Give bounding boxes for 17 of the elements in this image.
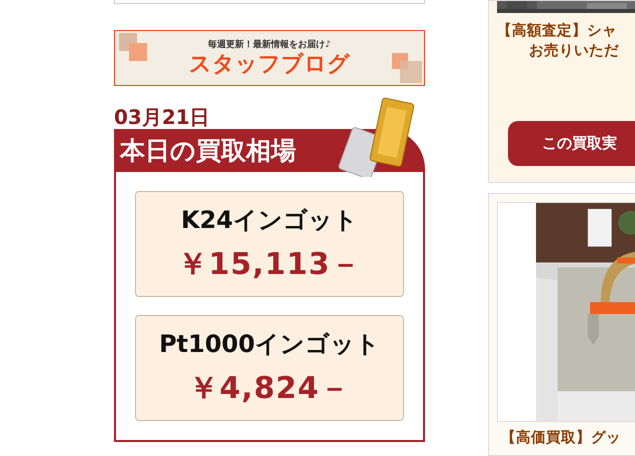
title-line: 【高価買取】グッ (501, 428, 621, 448)
product-name: Pt1000インゴット (159, 328, 380, 360)
blog-banner[interactable]: 毎週更新！最新情報をお届け♪ スタッフブログ (114, 30, 425, 86)
banner-title: スタッフブログ (189, 53, 350, 78)
header-title: 本日の買取相場 (120, 135, 296, 167)
case-title[interactable]: 【高額査定】シャ お売りいただ (489, 21, 635, 61)
squares-icon (392, 53, 422, 83)
banner-tagline: 毎週更新！最新情報をお届け♪ (208, 38, 331, 52)
title-line: 【高額査定】シャ (497, 22, 617, 41)
title-line: お売りいただ (529, 42, 619, 61)
price-value: ￥4,824－ (188, 370, 350, 408)
squares-icon (119, 33, 149, 63)
price-value: ￥15,113－ (178, 246, 362, 284)
case-button[interactable]: この買取実 (508, 121, 635, 166)
case-title[interactable]: 【高価買取】グッ (497, 428, 635, 448)
date-label: 03月21日 (114, 105, 211, 129)
product-name: K24インゴット (181, 204, 358, 236)
